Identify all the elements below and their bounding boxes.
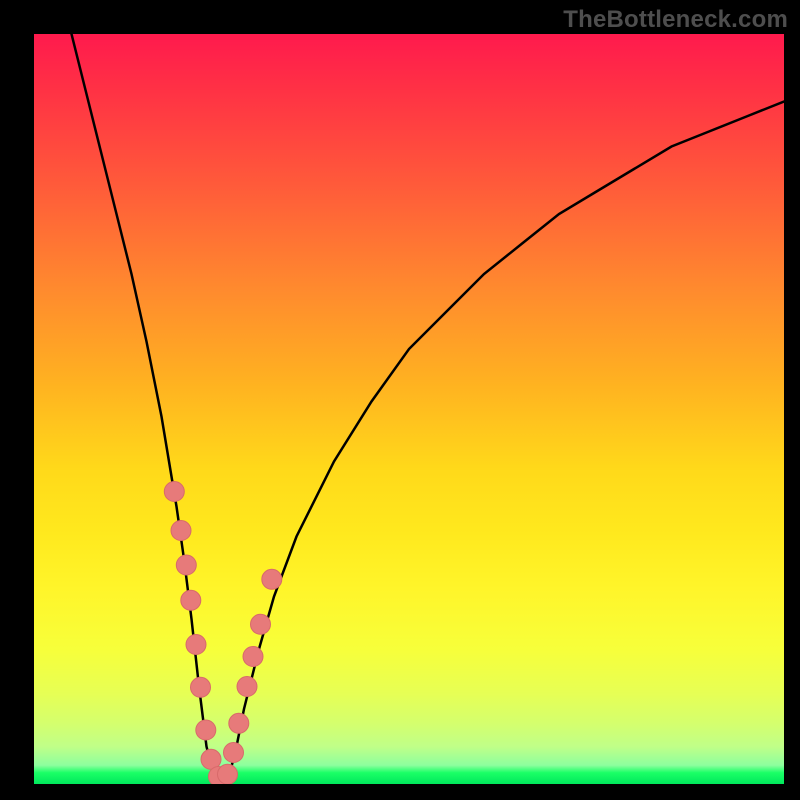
data-marker [229,713,249,733]
data-marker [191,677,211,697]
data-marker [186,635,206,655]
chart-frame: TheBottleneck.com [0,0,800,800]
data-marker [218,764,238,784]
data-marker [196,720,216,740]
marker-group [164,482,281,785]
data-marker [251,614,271,634]
data-marker [171,521,191,541]
data-marker [243,647,263,667]
data-marker [181,590,201,610]
data-marker [176,555,196,575]
curve-layer [34,34,784,784]
plot-area [34,34,784,784]
data-marker [224,743,244,763]
bottleneck-curve [72,34,785,784]
data-marker [262,569,282,589]
watermark-text: TheBottleneck.com [563,6,788,34]
data-marker [164,482,184,502]
data-marker [237,677,257,697]
